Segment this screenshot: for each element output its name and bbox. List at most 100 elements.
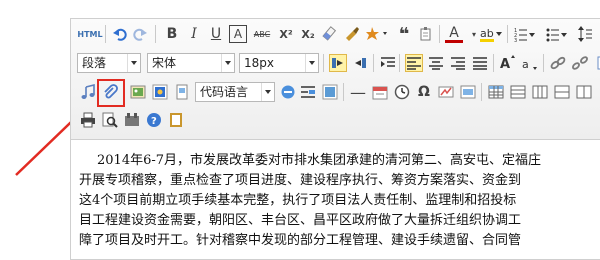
separator bbox=[481, 83, 482, 101]
pastetext-icon[interactable] bbox=[417, 25, 435, 43]
time-icon[interactable] bbox=[393, 83, 411, 101]
svg-text:3: 3 bbox=[514, 38, 517, 42]
split-cells-icon[interactable] bbox=[575, 83, 593, 101]
align-center-icon[interactable] bbox=[427, 54, 445, 72]
scrawl-icon[interactable] bbox=[437, 83, 455, 101]
template-icon[interactable] bbox=[279, 83, 297, 101]
font-family-select[interactable]: 宋体 bbox=[147, 53, 235, 73]
svg-text:?: ? bbox=[151, 116, 157, 127]
separator bbox=[323, 54, 324, 72]
font-color-icon[interactable]: A bbox=[445, 25, 463, 43]
format-painter-icon[interactable] bbox=[343, 25, 361, 43]
html-icon[interactable]: HTML bbox=[77, 25, 103, 43]
italic-icon[interactable]: I bbox=[185, 25, 203, 43]
insert-table-icon[interactable] bbox=[487, 83, 505, 101]
auto-format-icon[interactable] bbox=[365, 25, 391, 43]
paragraph-select-value: 段落 bbox=[82, 56, 107, 70]
tolowercase-icon[interactable]: a bbox=[521, 54, 539, 72]
bold-label: B bbox=[166, 26, 178, 42]
line-height-icon[interactable] bbox=[577, 25, 600, 43]
insert-code-icon[interactable] bbox=[459, 83, 477, 101]
ordered-list-icon[interactable]: 123 bbox=[513, 25, 537, 43]
unlink-icon[interactable] bbox=[571, 54, 589, 72]
separator bbox=[439, 25, 440, 43]
align-justify-icon[interactable] bbox=[471, 54, 489, 72]
svg-text:A: A bbox=[500, 57, 510, 71]
rich-text-editor: HTML B I U A ABC X² X₂ ❝ A ▾ ab 1 2 3 段落… bbox=[70, 18, 600, 260]
paragraph-select[interactable]: 段落 bbox=[77, 53, 141, 73]
attachment-highlight-box bbox=[97, 79, 125, 107]
direction-rtl-icon[interactable] bbox=[351, 54, 369, 72]
font-border-icon[interactable]: A bbox=[229, 25, 247, 43]
special-chars-icon[interactable]: Ω bbox=[415, 83, 433, 101]
separator bbox=[343, 83, 344, 101]
drafts-icon[interactable] bbox=[123, 111, 141, 129]
music-icon[interactable] bbox=[79, 83, 97, 101]
svg-text:a: a bbox=[522, 58, 529, 71]
chevron-down-icon bbox=[261, 83, 274, 101]
link-icon[interactable] bbox=[549, 54, 567, 72]
unordered-list-icon[interactable] bbox=[545, 25, 569, 43]
content-line: 目工程建设资金需要，朝阳区、丰台区、昌平区政府做了大量拆迁组织协调工 bbox=[79, 213, 522, 228]
direction-ltr-icon[interactable] bbox=[329, 54, 347, 72]
superscript-icon[interactable]: X² bbox=[277, 25, 295, 43]
separator bbox=[155, 25, 156, 43]
font-color-label: A bbox=[449, 24, 459, 41]
insert-col-icon[interactable] bbox=[531, 83, 549, 101]
font-size-select[interactable]: 18px bbox=[239, 53, 319, 73]
content-line: 这4个项目前期立项手续基本完整，执行了项目法人责任制、监理制和招投标 bbox=[79, 193, 517, 208]
chevron-down-icon bbox=[127, 54, 140, 72]
image-icon[interactable] bbox=[129, 83, 147, 101]
separator bbox=[493, 54, 494, 72]
undo-icon[interactable] bbox=[111, 25, 129, 43]
help-icon[interactable]: ? bbox=[145, 111, 163, 129]
align-right-icon[interactable] bbox=[449, 54, 467, 72]
superscript-label: X² bbox=[279, 27, 293, 41]
anchor-icon[interactable] bbox=[593, 54, 600, 72]
horizontal-rule-icon[interactable]: — bbox=[349, 83, 367, 102]
print-icon[interactable] bbox=[79, 111, 97, 129]
separator bbox=[373, 54, 374, 72]
date-icon[interactable] bbox=[371, 83, 389, 101]
background-icon[interactable] bbox=[321, 83, 339, 101]
align-left-icon[interactable] bbox=[405, 54, 423, 72]
indent-icon[interactable] bbox=[379, 54, 397, 72]
separator bbox=[507, 25, 508, 43]
quote-label: ❝ bbox=[398, 23, 410, 45]
redo-icon[interactable] bbox=[131, 25, 149, 43]
content-line: 障了项目及时开工。针对稽察中发现的部分工程管理、建设手续遗留、合同管 bbox=[79, 233, 522, 248]
html-label: HTML bbox=[77, 29, 103, 39]
editor-content[interactable]: 2014年6-7月，市发展改革委对市排水集团承建的清河第二、高安屯、定福庄 开展… bbox=[79, 151, 600, 251]
strike-label: ABC bbox=[253, 29, 271, 39]
blockquote-icon[interactable]: ❝ bbox=[395, 23, 413, 45]
subscript-icon[interactable]: X₂ bbox=[299, 25, 317, 43]
content-line: 2014年6-7月，市发展改革委对市排水集团承建的清河第二、高安屯、定福庄 bbox=[97, 153, 542, 168]
code-language-select-value: 代码语言 bbox=[200, 85, 249, 99]
font-family-select-value: 宋体 bbox=[152, 56, 177, 70]
bold-icon[interactable]: B bbox=[163, 25, 181, 43]
separator bbox=[105, 25, 106, 43]
strikethrough-icon[interactable]: ABC bbox=[251, 25, 273, 43]
chevron-down-icon bbox=[305, 54, 318, 72]
font-size-select-value: 18px bbox=[244, 56, 274, 70]
page-break-icon[interactable] bbox=[299, 83, 317, 101]
preview-icon[interactable] bbox=[101, 111, 119, 129]
insert-row-icon[interactable] bbox=[509, 83, 527, 101]
separator bbox=[543, 54, 544, 72]
content-line: 开展专项稽察，重点检查了项目进度、建设程序执行、筹资方案落实、资金到 bbox=[79, 173, 522, 188]
font-border-label: A bbox=[233, 27, 243, 41]
subscript-label: X₂ bbox=[301, 27, 315, 41]
eraser-icon[interactable] bbox=[321, 25, 339, 43]
background-color-icon[interactable]: ab bbox=[479, 25, 503, 43]
touppercase-icon[interactable]: A bbox=[499, 54, 517, 72]
multi-image-icon[interactable] bbox=[151, 83, 169, 101]
merge-cells-icon[interactable] bbox=[553, 83, 571, 101]
svg-text:ab: ab bbox=[480, 27, 494, 40]
insert-frame-icon[interactable] bbox=[173, 83, 191, 101]
code-language-select[interactable]: 代码语言 bbox=[195, 82, 275, 102]
wordimage-icon[interactable] bbox=[167, 111, 185, 129]
underline-label: U bbox=[210, 26, 222, 42]
italic-label: I bbox=[191, 26, 197, 42]
editor-toolbar: HTML B I U A ABC X² X₂ ❝ A ▾ ab 1 2 3 段落… bbox=[71, 19, 600, 140]
underline-icon[interactable]: U bbox=[207, 25, 225, 43]
